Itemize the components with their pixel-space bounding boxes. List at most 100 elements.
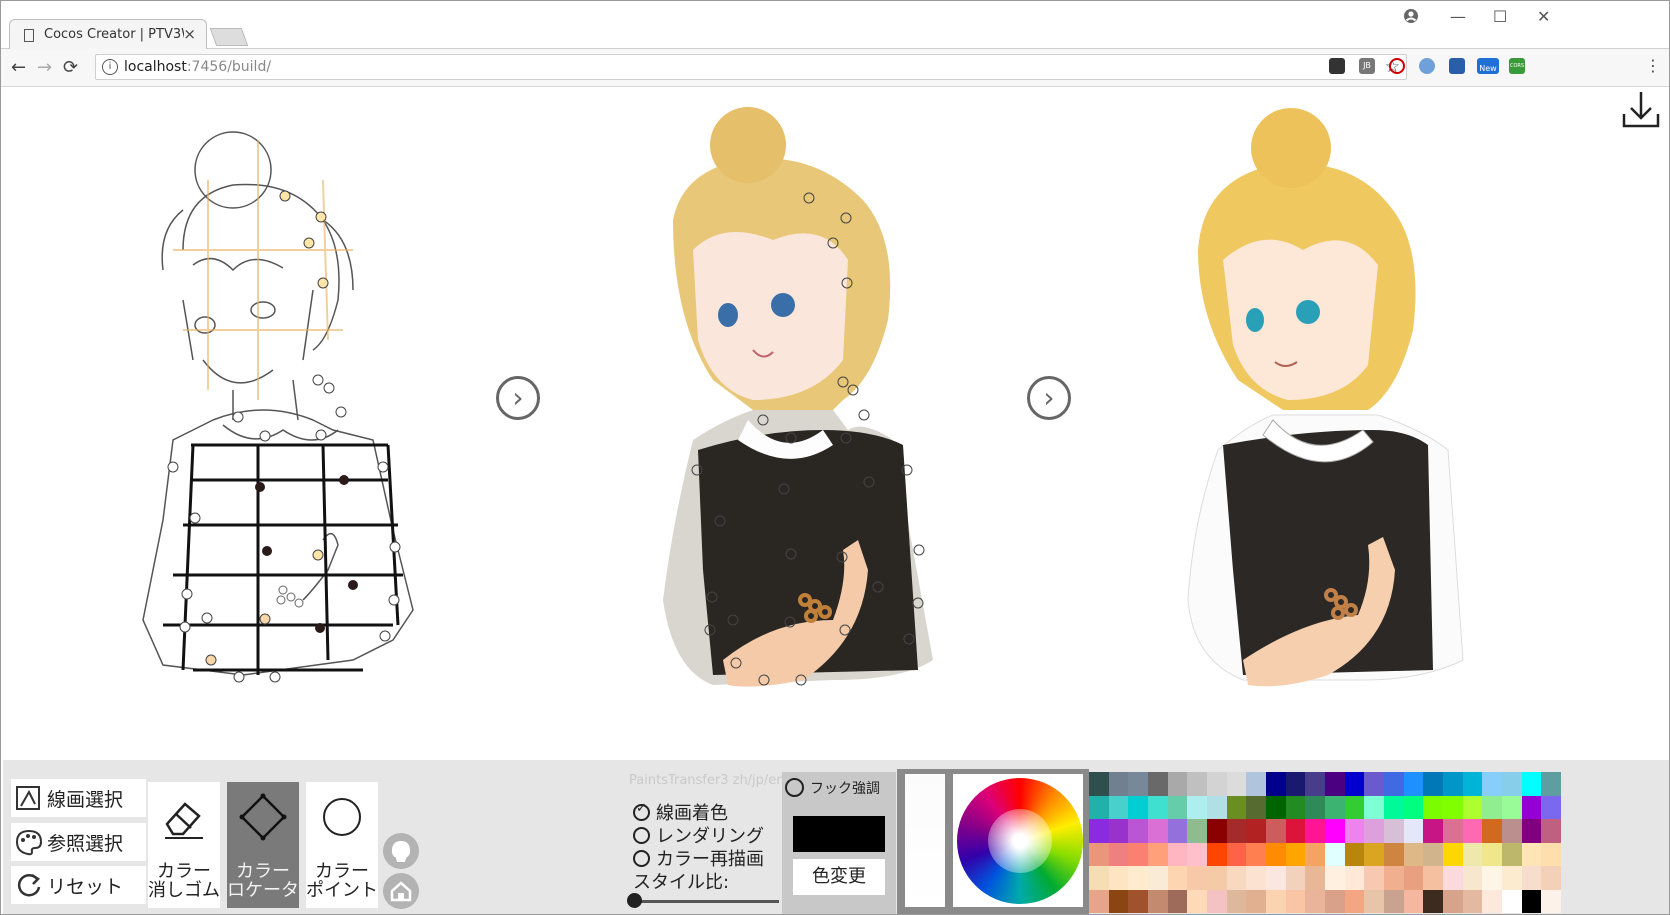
palette-swatch[interactable]	[1324, 795, 1345, 819]
palette-swatch[interactable]	[1128, 772, 1148, 796]
palette-swatch[interactable]	[1265, 819, 1286, 843]
palette-swatch[interactable]	[1423, 842, 1443, 866]
palette-swatch[interactable]	[1521, 842, 1542, 866]
palette-swatch[interactable]	[1246, 842, 1266, 866]
palette-swatch[interactable]	[1482, 819, 1502, 843]
close-window-button[interactable]: ✕	[1537, 7, 1550, 26]
palette-swatch[interactable]	[1285, 795, 1306, 819]
palette-swatch[interactable]	[1501, 842, 1522, 866]
palette-swatch[interactable]	[1364, 795, 1384, 819]
palette-swatch[interactable]	[1187, 889, 1207, 913]
palette-swatch[interactable]	[1541, 866, 1561, 890]
browser-menu-icon[interactable]: ⋮	[1645, 56, 1661, 75]
current-color-swatch[interactable]	[793, 816, 885, 852]
palette-swatch[interactable]	[1167, 819, 1188, 843]
palette-swatch[interactable]	[1364, 772, 1384, 796]
palette-swatch[interactable]	[1403, 842, 1424, 866]
palette-swatch[interactable]	[1147, 795, 1168, 819]
back-icon[interactable]: ←	[11, 57, 26, 78]
palette-swatch[interactable]	[1167, 866, 1188, 890]
maximize-button[interactable]: ☐	[1493, 7, 1507, 26]
palette-swatch[interactable]	[1344, 819, 1365, 843]
palette-swatch[interactable]	[1501, 889, 1522, 913]
reset-button[interactable]: リセット	[11, 866, 146, 904]
palette-swatch[interactable]	[1089, 842, 1109, 866]
palette-swatch[interactable]	[1206, 819, 1227, 843]
palette-swatch[interactable]	[1305, 772, 1325, 796]
palette-swatch[interactable]	[1521, 889, 1542, 913]
palette-swatch[interactable]	[1226, 842, 1247, 866]
palette-swatch[interactable]	[1187, 842, 1207, 866]
palette-swatch[interactable]	[1089, 772, 1109, 796]
change-color-button[interactable]: 色変更	[793, 859, 885, 895]
palette-swatch[interactable]	[1226, 772, 1247, 796]
palette-swatch[interactable]	[1324, 842, 1345, 866]
palette-swatch[interactable]	[1206, 842, 1227, 866]
palette-swatch[interactable]	[1187, 772, 1207, 796]
palette-swatch[interactable]	[1383, 889, 1404, 913]
palette-swatch[interactable]	[1206, 772, 1227, 796]
palette-swatch[interactable]	[1226, 819, 1247, 843]
reference-image[interactable]	[633, 100, 993, 750]
palette-swatch[interactable]	[1482, 842, 1502, 866]
palette-swatch[interactable]	[1128, 795, 1148, 819]
palette-swatch[interactable]	[1541, 772, 1561, 796]
palette-swatch[interactable]	[1226, 795, 1247, 819]
palette-swatch[interactable]	[1226, 866, 1247, 890]
palette-swatch[interactable]	[1462, 772, 1483, 796]
palette-swatch[interactable]	[1108, 866, 1129, 890]
palette-swatch[interactable]	[1167, 889, 1188, 913]
palette-swatch[interactable]	[1423, 819, 1443, 843]
palette-swatch[interactable]	[1442, 819, 1463, 843]
palette-swatch[interactable]	[1344, 795, 1365, 819]
palette-swatch[interactable]	[1147, 842, 1168, 866]
browser-tab[interactable]: Cocos Creator | PTV3W ×	[9, 19, 207, 50]
palette-swatch[interactable]	[1265, 772, 1286, 796]
palette-swatch[interactable]	[1344, 866, 1365, 890]
palette-swatch[interactable]	[1187, 795, 1207, 819]
palette-swatch[interactable]	[1206, 889, 1227, 913]
palette-swatch[interactable]	[1128, 819, 1148, 843]
palette-swatch[interactable]	[1442, 866, 1463, 890]
palette-swatch[interactable]	[1285, 889, 1306, 913]
palette-swatch[interactable]	[1285, 842, 1306, 866]
palette-swatch[interactable]	[1324, 866, 1345, 890]
palette-swatch[interactable]	[1305, 795, 1325, 819]
palette-swatch[interactable]	[1089, 889, 1109, 913]
extension-new-icon[interactable]: New	[1477, 58, 1499, 74]
palette-swatch[interactable]	[1364, 842, 1384, 866]
color-locator-tool[interactable]: カラー ロケータ	[227, 782, 299, 908]
palette-swatch[interactable]	[1147, 889, 1168, 913]
extension-cors-icon[interactable]: CORS	[1509, 58, 1525, 74]
palette-swatch[interactable]	[1482, 795, 1502, 819]
result-image[interactable]	[1163, 100, 1523, 750]
palette-swatch[interactable]	[1246, 795, 1266, 819]
palette-swatch[interactable]	[1423, 866, 1443, 890]
minimize-button[interactable]: —	[1450, 7, 1466, 26]
palette-swatch[interactable]	[1147, 772, 1168, 796]
palette-swatch[interactable]	[1344, 842, 1365, 866]
palette-swatch[interactable]	[1128, 842, 1148, 866]
palette-swatch[interactable]	[1324, 889, 1345, 913]
palette-swatch[interactable]	[1442, 842, 1463, 866]
extension-incognito-icon[interactable]	[1329, 58, 1345, 74]
palette-swatch[interactable]	[1089, 795, 1109, 819]
palette-swatch[interactable]	[1246, 819, 1266, 843]
palette-swatch[interactable]	[1383, 866, 1404, 890]
github-button[interactable]	[383, 833, 419, 869]
palette-swatch[interactable]	[1541, 889, 1561, 913]
palette-swatch[interactable]	[1285, 866, 1306, 890]
palette-swatch[interactable]	[1521, 795, 1542, 819]
palette-swatch[interactable]	[1501, 772, 1522, 796]
extension-block-icon[interactable]	[1389, 58, 1405, 74]
palette-swatch[interactable]	[1206, 795, 1227, 819]
palette-swatch[interactable]	[1501, 819, 1522, 843]
palette-swatch[interactable]	[1462, 819, 1483, 843]
palette-swatch[interactable]	[1167, 772, 1188, 796]
palette-swatch[interactable]	[1305, 842, 1325, 866]
palette-swatch[interactable]	[1089, 819, 1109, 843]
palette-swatch[interactable]	[1462, 889, 1483, 913]
palette-swatch[interactable]	[1108, 772, 1129, 796]
palette-swatch[interactable]	[1246, 772, 1266, 796]
extension-camera-icon[interactable]	[1449, 58, 1465, 74]
